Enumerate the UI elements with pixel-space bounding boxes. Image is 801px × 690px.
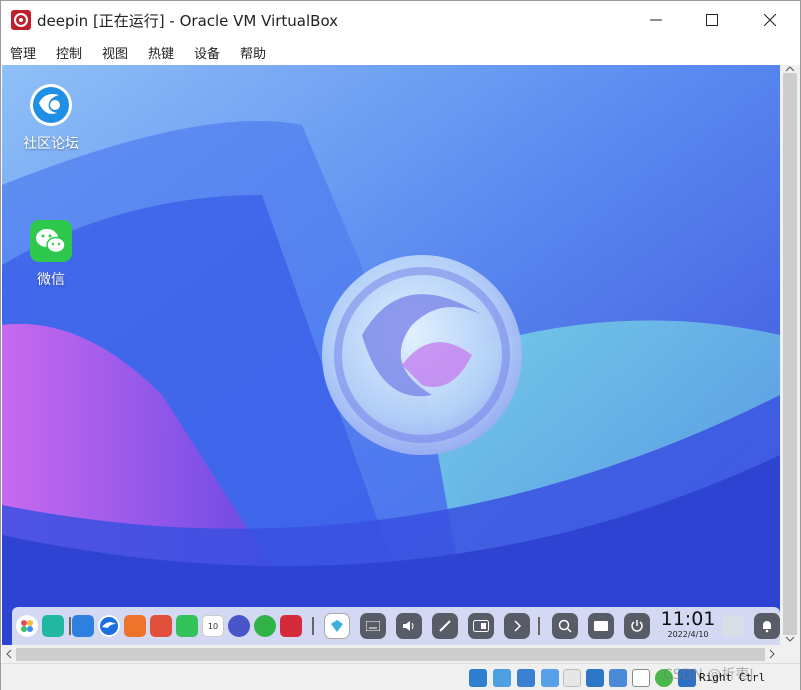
horizontal-scrollbar[interactable] [2,645,780,663]
dock-separator [538,617,540,635]
dock-clock[interactable]: 11:01 2022/4/10 [660,608,716,640]
hard-disk-status-icon[interactable] [469,669,487,687]
keyboard-layout-tray-button[interactable] [588,613,614,639]
window-title: deepin [正在运行] - Oracle VM VirtualBox [37,12,339,30]
keyboard-icon [594,621,608,631]
image-viewer-icon[interactable] [150,615,172,637]
vertical-scroll-thumb[interactable] [783,73,797,635]
virtualbox-window: deepin [正在运行] - Oracle VM VirtualBox 管理 … [0,0,801,690]
desktop-icon-forum-label: 社区论坛 [23,136,79,152]
brush-icon [439,620,451,632]
browser-icon[interactable] [98,615,120,637]
minimize-icon [650,19,662,21]
wechat-icon [30,220,72,262]
deepin-id-tray-button[interactable] [324,613,350,639]
expand-tray-button[interactable] [504,613,530,639]
menu-help[interactable]: 帮助 [240,43,266,62]
calendar-icon[interactable]: 10 [202,615,224,637]
downloader-icon[interactable] [254,615,276,637]
search-icon [558,619,572,633]
scroll-left-icon [6,649,12,659]
close-icon [764,14,776,26]
close-button[interactable] [747,1,793,39]
shared-folders-status-icon[interactable] [586,669,604,687]
desktop-icon-wechat[interactable]: 微信 [11,219,91,289]
multitasking-icon[interactable] [42,615,64,637]
bell-icon [763,621,771,633]
deepin-forum-icon [30,84,72,126]
scroll-right-icon [769,649,775,659]
status-bar: CSDN @折枣J Right Ctrl [1,663,800,690]
virtualbox-app-icon [11,10,31,30]
trash-icon[interactable] [722,615,744,637]
minimize-button[interactable] [633,1,679,39]
deepin-id-icon [331,620,343,632]
settings-icon[interactable] [228,615,250,637]
desktop-icon-wechat-label: 微信 [37,272,65,288]
music-icon[interactable] [176,615,198,637]
brush-tray-button[interactable] [432,613,458,639]
guest-display[interactable]: 社区论坛 微信 10 11:01 2022/4/10 [2,65,780,645]
menu-bar: 管理 控制 视图 热键 设备 帮助 [1,39,800,65]
menu-devices[interactable]: 设备 [194,43,220,62]
power-icon [631,620,643,632]
app-store-icon[interactable] [124,615,146,637]
maximize-button[interactable] [689,1,735,39]
network-status-icon[interactable] [541,669,559,687]
dock-separator [69,617,71,635]
notification-tray-button[interactable] [754,613,780,639]
audio-status-icon[interactable] [517,669,535,687]
keyboard-icon [366,621,380,631]
file-manager-icon[interactable] [72,615,94,637]
search-tray-button[interactable] [552,613,578,639]
launcher-icon[interactable] [16,615,38,637]
dock: 10 11:01 2022/4/10 [12,607,780,645]
clock-time: 11:01 [660,608,716,630]
display-status-icon[interactable] [609,669,627,687]
scroll-corner [780,645,800,663]
desktop-icon-forum[interactable]: 社区论坛 [11,83,91,153]
usb-status-icon[interactable] [563,669,581,687]
menu-manage[interactable]: 管理 [10,43,36,62]
host-key-label[interactable]: Right Ctrl [699,671,765,684]
power-tray-button[interactable] [624,613,650,639]
chevron-right-icon [514,620,522,632]
maximize-icon [706,14,718,26]
menu-control[interactable]: 控制 [56,43,82,62]
display-tray-button[interactable] [468,613,494,639]
scroll-down-icon [785,636,795,642]
display-icon [473,620,489,632]
vertical-scrollbar[interactable] [780,65,800,645]
deepin-wallpaper [2,65,780,645]
optical-drive-status-icon[interactable] [493,669,511,687]
onscreen-keyboard-tray-button[interactable] [360,613,386,639]
menu-view[interactable]: 视图 [102,43,128,62]
horizontal-scroll-thumb[interactable] [16,648,765,661]
dock-separator [312,617,314,635]
recording-status-icon[interactable] [632,669,650,687]
terminal-icon[interactable] [280,615,302,637]
volume-tray-button[interactable] [396,613,422,639]
title-bar[interactable]: deepin [正在运行] - Oracle VM VirtualBox [1,1,800,39]
volume-icon [403,621,414,631]
scroll-up-icon [785,66,795,72]
clock-date: 2022/4/10 [667,630,709,639]
menu-hotkeys[interactable]: 热键 [148,43,174,62]
